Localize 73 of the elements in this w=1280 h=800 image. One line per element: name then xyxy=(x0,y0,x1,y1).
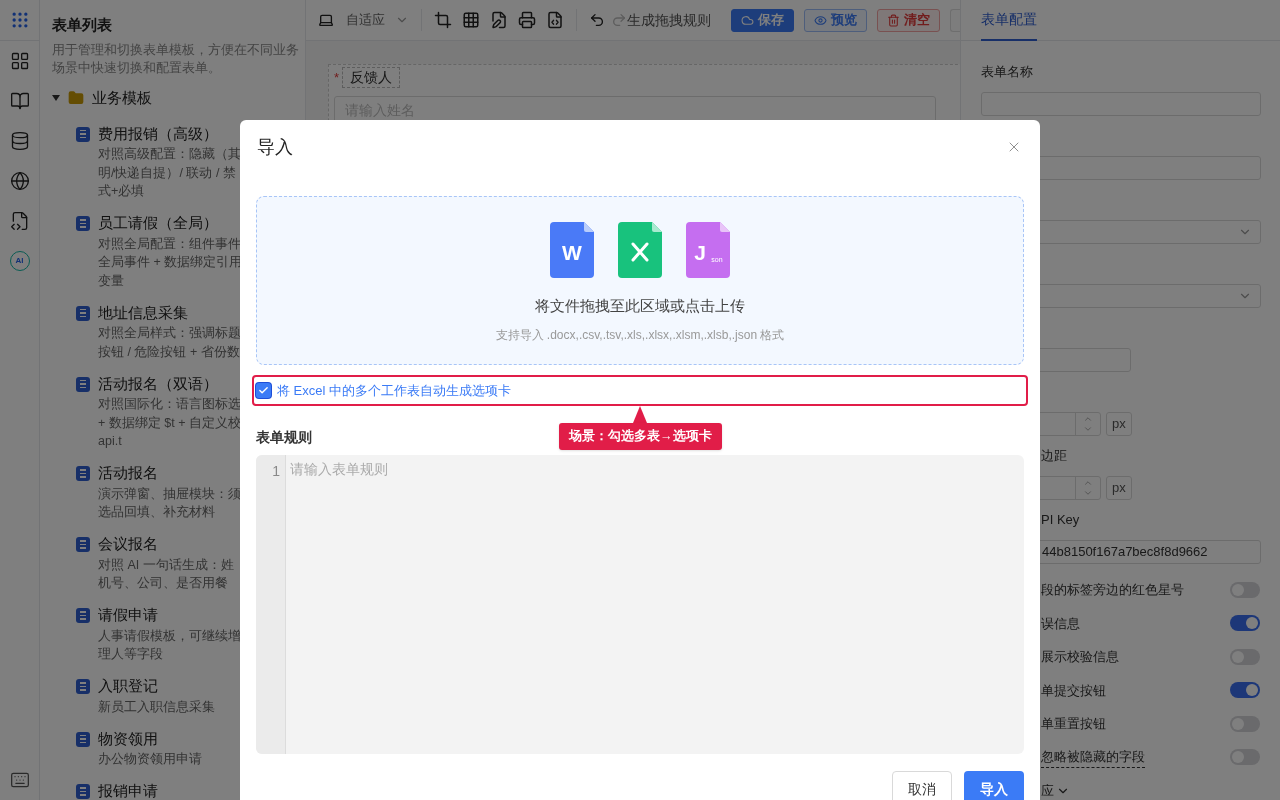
cloud-icon xyxy=(741,13,754,27)
template-description: 对照国际化：语言图标选 xyxy=(98,396,241,413)
caret-icon[interactable] xyxy=(52,95,60,101)
eye-icon xyxy=(814,13,827,27)
callout-tooltip: 场景：勾选多表→选项卡 xyxy=(559,406,722,450)
config-tab[interactable]: 表单配置 xyxy=(981,0,1037,41)
template-description: 按钮 / 危险按钮 + 省份数 xyxy=(98,343,240,361)
components-icon[interactable] xyxy=(9,51,30,71)
template-description: 办公物资领用申请 xyxy=(98,751,202,768)
save-button[interactable]: 保存 xyxy=(731,8,794,32)
field-label: PI Key xyxy=(1040,511,1080,530)
cancel-button[interactable]: 取消 xyxy=(892,771,952,800)
generate-rules-button[interactable]: 生成拖拽规则 xyxy=(627,9,711,31)
template-description: 对照高级配置：隐藏（其 xyxy=(98,146,241,163)
template-description: 式+必填 xyxy=(98,183,145,200)
globe-icon[interactable] xyxy=(9,171,30,191)
device-select[interactable]: 自适应 xyxy=(346,10,410,30)
edit-icon[interactable] xyxy=(489,11,508,29)
template-description: 演示弹窗、抽屉模块：须 xyxy=(98,485,241,503)
template-description: 机号、公司、是否用餐 xyxy=(98,575,228,592)
preview-button[interactable]: 预览 xyxy=(804,8,867,32)
book-icon[interactable] xyxy=(9,91,30,111)
field-label: 表单名称 xyxy=(981,63,1033,82)
line-number: 1 xyxy=(272,463,280,479)
checkbox[interactable] xyxy=(256,383,271,398)
toggle-switch[interactable] xyxy=(1230,615,1260,632)
rules-label: 表单规则 xyxy=(256,427,312,447)
switch-label: 单提交按钮 xyxy=(1041,681,1106,700)
grid-icon[interactable] xyxy=(461,11,480,29)
trash-icon xyxy=(887,13,900,27)
template-description: 人事请假模板，可继续增 xyxy=(98,627,241,645)
switch-label: 误信息 xyxy=(1041,614,1080,633)
template-description: + 数据绑定 $t + 自定义校 xyxy=(98,414,241,432)
confirm-button[interactable]: 导入 xyxy=(964,771,1024,800)
toggle-switch[interactable] xyxy=(1230,682,1260,699)
folder-icon xyxy=(68,90,84,106)
keyboard-icon[interactable] xyxy=(9,770,30,790)
checkbox-label[interactable]: 将 Excel 中的多个工作表自动生成选项卡 xyxy=(277,380,511,401)
database-icon[interactable] xyxy=(9,131,30,151)
excel-file-icon xyxy=(618,222,662,278)
template-item[interactable]: 报销申请 xyxy=(76,780,303,800)
switch-label: 展示校验信息 xyxy=(1041,648,1119,666)
upload-text: 将文件拖拽至此区域或点击上传 xyxy=(535,297,745,316)
field-label[interactable]: 反馈人 xyxy=(342,67,401,88)
template-description: 变量 xyxy=(98,272,124,290)
printer-icon[interactable] xyxy=(517,11,536,29)
folder-item[interactable]: 业务模板 xyxy=(52,87,303,109)
template-description: 对照全局样式：强调标题 xyxy=(98,325,241,342)
upload-hint: 支持导入 .docx,.csv,.tsv,.xls,.xlsx,.xlsm,.xlsb,.json 格式 xyxy=(495,326,785,344)
clear-button[interactable]: 清空 xyxy=(877,8,940,32)
template-description: 明/快递自提）/ 联动 / 禁 xyxy=(98,164,236,182)
sidebar-title: 表单列表 xyxy=(52,15,113,35)
unit-label: px xyxy=(1106,412,1132,436)
switch-label: 段的标签旁边的红色星号 xyxy=(1041,581,1184,599)
rules-placeholder: 请输入表单规则 xyxy=(290,460,388,479)
template-description: api.t xyxy=(98,433,122,450)
word-file-icon: W xyxy=(550,222,594,278)
required-mark: * xyxy=(334,68,340,87)
code-file-icon[interactable] xyxy=(545,11,564,29)
template-description: 选品回填、补充材料 xyxy=(98,504,215,521)
switch-label: 单重置按钮 xyxy=(1041,715,1106,733)
crop-icon[interactable] xyxy=(433,11,452,29)
template-description: 对照全局配置：组件事件 xyxy=(98,235,241,253)
template-description: 新员工入职信息采集 xyxy=(98,698,215,716)
field-label: 边距 xyxy=(1040,447,1067,466)
template-description: 理人等字段 xyxy=(98,646,163,663)
undo-icon[interactable] xyxy=(588,11,605,29)
unit-label: px xyxy=(1106,476,1132,500)
dialog-title: 导入 xyxy=(257,135,293,159)
check-icon xyxy=(258,385,269,396)
switch-label: 忽略被隐藏的字段 xyxy=(1041,747,1145,768)
code-icon[interactable] xyxy=(9,211,30,231)
rules-editor[interactable]: 1 请输入表单规则 xyxy=(256,455,1024,754)
